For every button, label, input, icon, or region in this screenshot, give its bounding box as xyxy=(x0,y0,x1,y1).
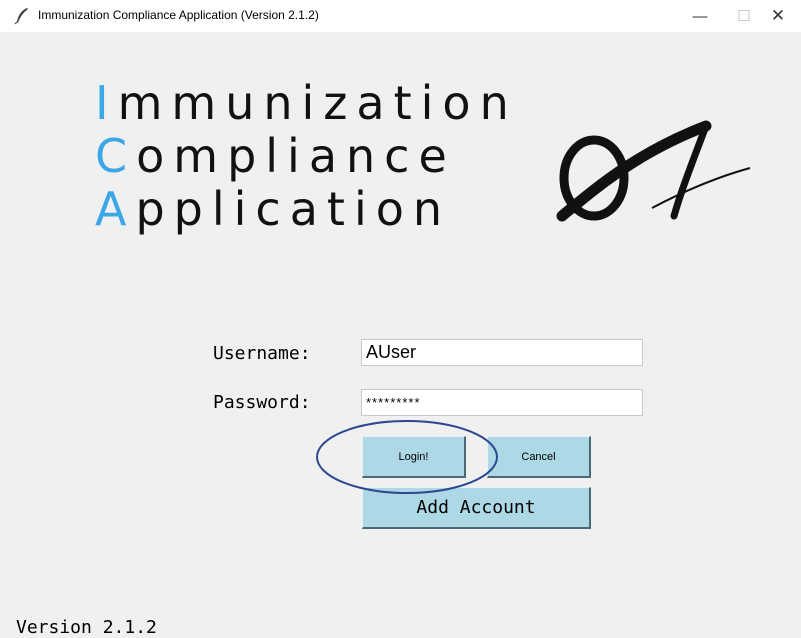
logo-text-application: pplication xyxy=(135,182,452,236)
login-button[interactable]: Login! xyxy=(362,436,466,478)
window-title: Immunization Compliance Application (Ver… xyxy=(38,8,319,22)
password-input[interactable] xyxy=(361,389,643,416)
add-account-button[interactable]: Add Account xyxy=(362,487,591,529)
logo-initial-i: I xyxy=(95,76,118,130)
close-button[interactable]: ✕ xyxy=(756,0,800,32)
minimize-button[interactable]: — xyxy=(678,0,722,32)
logo-line-immunization: Immunization xyxy=(95,80,518,126)
logo-line-compliance: Compliance xyxy=(95,133,456,179)
username-input[interactable] xyxy=(361,339,643,366)
title-bar[interactable]: Immunization Compliance Application (Ver… xyxy=(0,0,801,32)
logo-initial-a: A xyxy=(95,182,136,236)
logo-monogram-icon xyxy=(556,120,751,222)
cancel-button[interactable]: Cancel xyxy=(487,436,591,478)
logo-text-compliance: ompliance xyxy=(136,129,456,183)
feather-icon xyxy=(14,8,28,25)
version-label: Version 2.1.2 xyxy=(16,617,157,638)
username-label: Username: xyxy=(213,343,311,364)
logo-text-immunization: mmunization xyxy=(117,76,518,130)
logo-line-application: Application xyxy=(95,186,451,232)
logo-initial-c: C xyxy=(95,129,137,183)
password-label: Password: xyxy=(213,392,311,413)
